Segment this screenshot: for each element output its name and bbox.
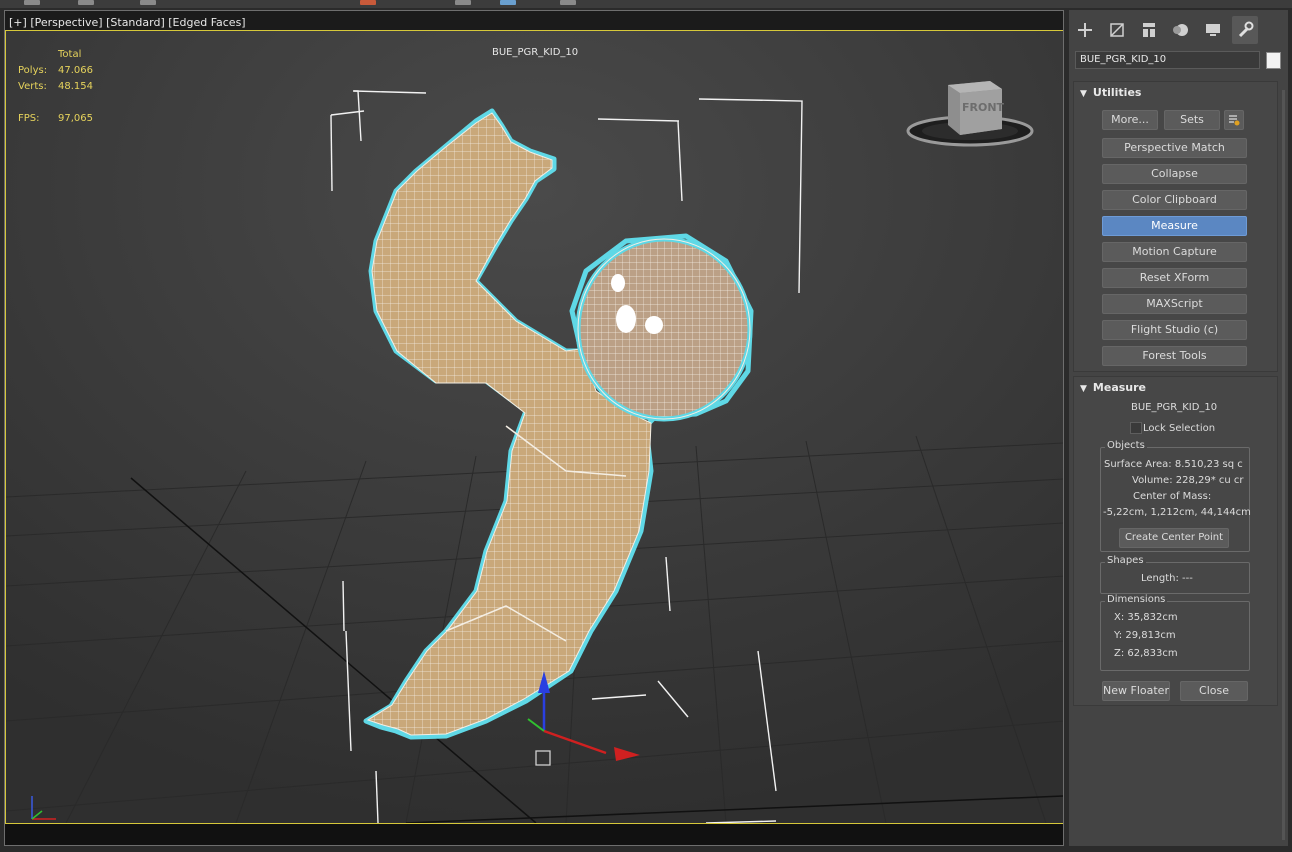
sets-button[interactable]: Sets bbox=[1164, 110, 1220, 130]
color-clipboard-button[interactable]: Color Clipboard bbox=[1102, 190, 1247, 210]
configure-button-sets[interactable] bbox=[1224, 110, 1244, 130]
surface-area-readout: Surface Area: 8.510,23 sq c bbox=[1104, 459, 1243, 470]
dimension-y-readout: Y: 29,813cm bbox=[1114, 630, 1176, 641]
command-panel: BUE_PGR_KID_10 ▼ Utilities More... Sets P… bbox=[1069, 10, 1288, 846]
command-panel-scrollbar[interactable] bbox=[1282, 90, 1285, 840]
modify-icon bbox=[1110, 23, 1124, 37]
motion-icon bbox=[1173, 24, 1188, 36]
center-of-mass-value: -5,22cm, 1,212cm, 44,144cm bbox=[1103, 507, 1251, 518]
viewport-shading-quality-menu[interactable]: [Standard] bbox=[106, 16, 165, 29]
create-tab[interactable] bbox=[1072, 16, 1098, 44]
viewcube[interactable]: FRONT bbox=[898, 75, 1038, 155]
hierarchy-tab[interactable] bbox=[1136, 16, 1162, 44]
close-button[interactable]: Close bbox=[1180, 681, 1248, 701]
measure-rollout: ▼ Measure BUE_PGR_KID_10 Lock Selection O… bbox=[1073, 376, 1278, 706]
objects-group: Objects Surface Area: 8.510,23 sq c Volu… bbox=[1100, 440, 1251, 552]
polys-value: 47.066 bbox=[58, 65, 93, 76]
toolbar-button[interactable] bbox=[140, 0, 156, 5]
toolbar-button[interactable] bbox=[560, 0, 576, 5]
viewport-canvas[interactable]: BUE_PGR_KID_10 Total Polys: 47.066 Verts:… bbox=[5, 30, 1063, 824]
fps-value: 97,065 bbox=[58, 113, 93, 124]
perspective-viewport[interactable]: [+] [Perspective] [Standard] [Edged Face… bbox=[4, 10, 1064, 846]
fps-label: FPS: bbox=[18, 113, 40, 124]
new-floater-button[interactable]: New Floater bbox=[1102, 681, 1170, 701]
utilities-icon bbox=[1238, 21, 1254, 38]
modify-tab[interactable] bbox=[1104, 16, 1130, 44]
selected-object-name: BUE_PGR_KID_10 bbox=[492, 47, 579, 58]
stats-header: Total bbox=[58, 49, 82, 60]
viewport-statistics: Total Polys: 47.066 Verts: 48.154 FPS: 97,0… bbox=[18, 47, 118, 127]
shapes-group: Shapes Length: --- bbox=[1100, 555, 1250, 594]
main-toolbar-strip bbox=[0, 0, 1292, 8]
volume-readout: Volume: 228,29* cu cr bbox=[1132, 475, 1244, 486]
display-icon bbox=[1206, 24, 1220, 36]
viewport-bottom-bar bbox=[5, 824, 1063, 845]
lock-selection-checkbox[interactable] bbox=[1130, 422, 1142, 434]
viewport-general-menu[interactable]: [+] bbox=[9, 16, 27, 29]
center-of-mass-label: Center of Mass: bbox=[1133, 491, 1212, 502]
maxscript-button[interactable]: MAXScript bbox=[1102, 294, 1247, 314]
measure-title: Measure bbox=[1092, 381, 1147, 394]
collapse-caret-icon: ▼ bbox=[1080, 89, 1087, 99]
command-panel-tabs bbox=[1069, 16, 1288, 48]
utilities-title: Utilities bbox=[1092, 86, 1142, 99]
flight-studio-button[interactable]: Flight Studio (c) bbox=[1102, 320, 1247, 340]
measure-button[interactable]: Measure bbox=[1102, 216, 1247, 236]
objects-group-title: Objects bbox=[1105, 440, 1147, 451]
toolbar-button[interactable] bbox=[455, 0, 471, 5]
configure-sets-icon bbox=[1229, 115, 1240, 126]
create-center-point-button[interactable]: Create Center Point bbox=[1119, 528, 1229, 548]
perspective-match-button[interactable]: Perspective Match bbox=[1102, 138, 1247, 158]
viewport-pov-menu[interactable]: [Perspective] bbox=[30, 16, 102, 29]
more-button[interactable]: More... bbox=[1102, 110, 1158, 130]
collapse-button[interactable]: Collapse bbox=[1102, 164, 1247, 184]
create-icon bbox=[1078, 23, 1092, 37]
utilities-tab[interactable] bbox=[1232, 16, 1258, 44]
toolbar-button[interactable] bbox=[360, 0, 376, 5]
viewport-label-menu[interactable]: [+] [Perspective] [Standard] [Edged Face… bbox=[9, 16, 246, 29]
viewcube-icon bbox=[906, 81, 1034, 147]
utilities-rollout: ▼ Utilities More... Sets Perspective Matc… bbox=[1073, 81, 1278, 372]
object-color-swatch[interactable] bbox=[1266, 52, 1281, 69]
reset-xform-button[interactable]: Reset XForm bbox=[1102, 268, 1247, 288]
motion-tab[interactable] bbox=[1168, 16, 1194, 44]
motion-capture-button[interactable]: Motion Capture bbox=[1102, 242, 1247, 262]
verts-label: Verts: bbox=[18, 81, 47, 92]
measure-object-name: BUE_PGR_KID_10 bbox=[1131, 402, 1218, 413]
collapse-caret-icon: ▼ bbox=[1080, 384, 1087, 394]
object-name-field[interactable]: BUE_PGR_KID_10 bbox=[1075, 51, 1260, 69]
measure-rollout-header[interactable]: ▼ Measure bbox=[1074, 377, 1277, 399]
hierarchy-icon bbox=[1143, 23, 1155, 37]
viewport-shading-menu[interactable]: [Edged Faces] bbox=[168, 16, 245, 29]
utilities-rollout-header[interactable]: ▼ Utilities bbox=[1074, 82, 1277, 104]
toolbar-button[interactable] bbox=[78, 0, 94, 5]
dimensions-group: Dimensions X: 35,832cm Y: 29,813cm Z: 62… bbox=[1100, 594, 1250, 671]
toolbar-button[interactable] bbox=[500, 0, 516, 5]
dimension-z-readout: Z: 62,833cm bbox=[1114, 648, 1178, 659]
length-readout: Length: --- bbox=[1141, 573, 1193, 584]
dimension-x-readout: X: 35,832cm bbox=[1114, 612, 1178, 623]
verts-value: 48.154 bbox=[58, 81, 93, 92]
toolbar-button[interactable] bbox=[24, 0, 40, 5]
polys-label: Polys: bbox=[18, 65, 48, 76]
shapes-group-title: Shapes bbox=[1105, 555, 1146, 566]
forest-tools-button[interactable]: Forest Tools bbox=[1102, 346, 1247, 366]
display-tab[interactable] bbox=[1200, 16, 1226, 44]
viewcube-front-label[interactable]: FRONT bbox=[962, 101, 1004, 114]
dimensions-group-title: Dimensions bbox=[1105, 594, 1168, 605]
lock-selection-label: Lock Selection bbox=[1143, 423, 1216, 434]
